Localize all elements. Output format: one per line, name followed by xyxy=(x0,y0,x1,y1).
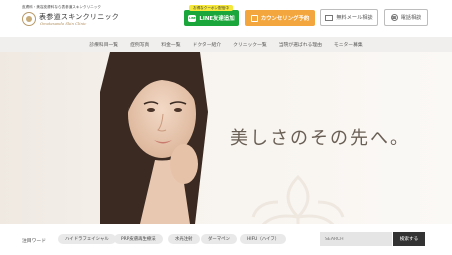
nav-item-doctors[interactable]: ドクター紹介 xyxy=(187,41,228,48)
keyword-tag[interactable]: ダーマペン xyxy=(201,234,237,244)
hero-banner[interactable]: 美しさのその先へ。 xyxy=(0,52,452,224)
keyword-tag[interactable]: HIFU（ハイフ） xyxy=(240,234,287,244)
counsel-button-label: カウンセリング予約 xyxy=(260,16,310,22)
phone-consultation-button[interactable]: ☎ 電話相談 xyxy=(384,9,428,26)
main-nav: 診療科目一覧 症例写真 料金一覧 ドクター紹介 クリニック一覧 当院が選ばれる理… xyxy=(0,37,452,52)
counseling-reservation-button[interactable]: カウンセリング予約 xyxy=(245,10,315,26)
nav-item-cases[interactable]: 症例写真 xyxy=(124,41,155,48)
nav-item-reasons[interactable]: 当院が選ばれる理由 xyxy=(273,41,328,48)
phone-icon: ☎ xyxy=(390,14,398,21)
keywords-label: 注目ワード xyxy=(22,239,46,244)
site-tagline: 皮膚科・美容皮膚科なら表参道スキンクリニック xyxy=(22,5,101,9)
ornament-pattern xyxy=(251,174,345,224)
logo-english-text: Omotesando Skin Clinic xyxy=(40,21,87,26)
nav-item-monitors[interactable]: モニター募集 xyxy=(328,41,369,48)
nav-item-prices[interactable]: 料金一覧 xyxy=(155,41,186,48)
coupon-badge: お得なクーポン配信中 xyxy=(189,5,233,11)
keyword-tag[interactable]: ハイドラフェイシャル xyxy=(58,234,116,244)
mail-consultation-button[interactable]: 無料メール相談 xyxy=(320,9,378,26)
keyword-tag[interactable]: PRP皮膚再生療法 xyxy=(114,234,163,244)
line-icon: LINE xyxy=(188,14,197,22)
envelope-icon xyxy=(325,14,334,21)
nav-item-treatments[interactable]: 診療科目一覧 xyxy=(83,41,124,48)
keyword-tag[interactable]: 水光注射 xyxy=(168,234,200,244)
hero-model-photo xyxy=(100,52,208,224)
line-add-friend-button[interactable]: LINE LINE友達追加 xyxy=(184,10,239,26)
tel-button-label: 電話相談 xyxy=(400,15,422,21)
search-input[interactable] xyxy=(320,232,392,246)
hero-headline: 美しさのその先へ。 xyxy=(230,128,410,149)
nav-item-clinics[interactable]: クリニック一覧 xyxy=(227,41,273,48)
site-header: 皮膚科・美容皮膚科なら表参道スキンクリニック 表参道スキンクリニック Omote… xyxy=(0,0,452,36)
clinic-logo-icon[interactable] xyxy=(22,12,36,26)
search-button[interactable]: 検索する xyxy=(393,232,425,246)
calendar-icon xyxy=(250,14,258,22)
mail-button-label: 無料メール相談 xyxy=(336,15,373,21)
line-button-label: LINE友達追加 xyxy=(199,16,235,22)
